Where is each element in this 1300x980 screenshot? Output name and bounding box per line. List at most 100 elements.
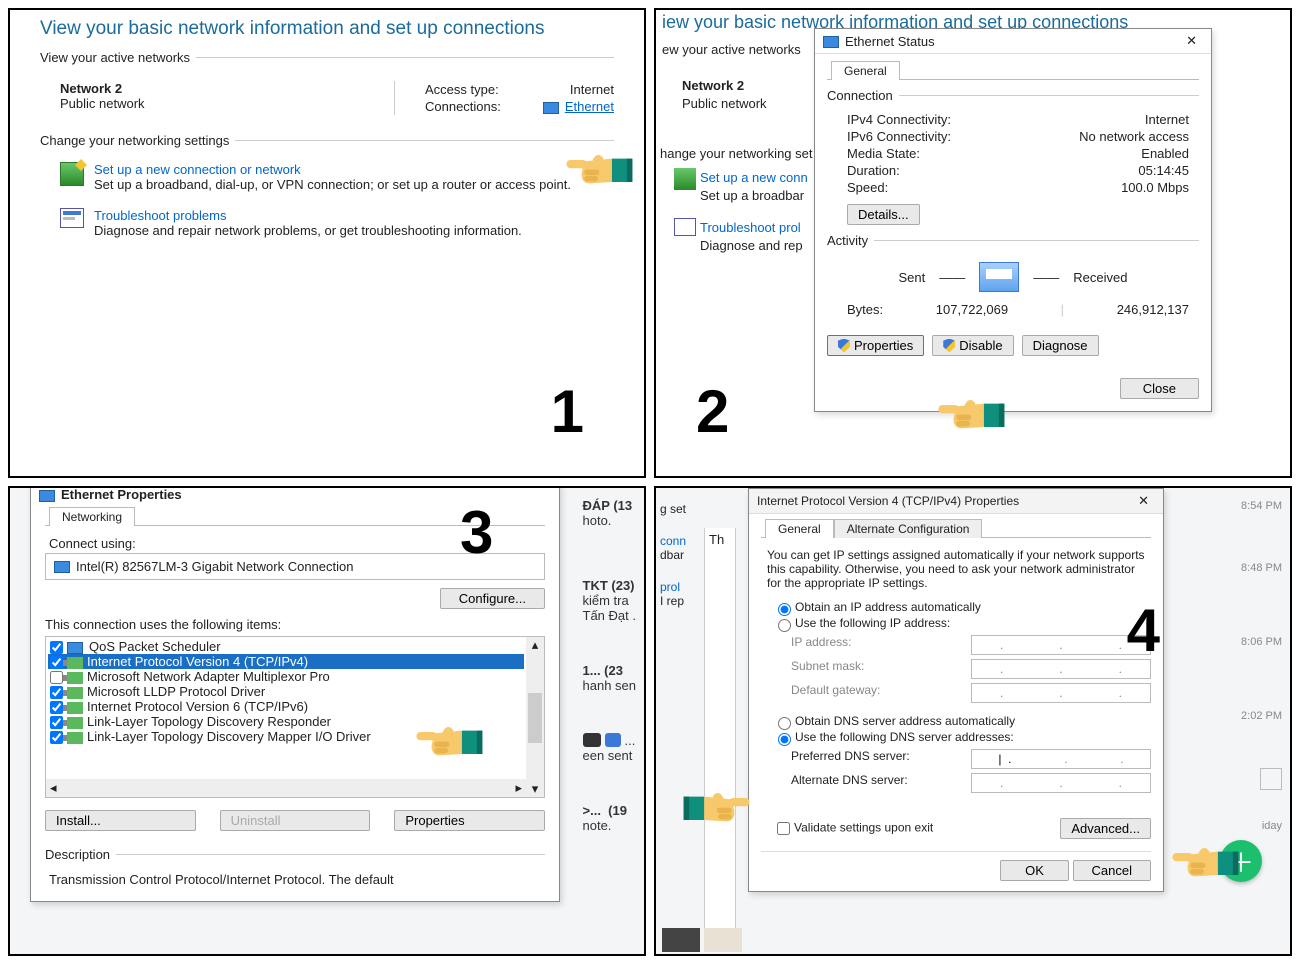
list-item[interactable]: Internet Protocol Version 6 (TCP/IPv6)	[48, 699, 524, 714]
bg-text: een sent	[583, 748, 637, 763]
close-icon[interactable]: ✕	[1132, 493, 1155, 509]
configure-button[interactable]: Configure...	[440, 588, 545, 609]
checkbox[interactable]	[50, 731, 63, 744]
cancel-button[interactable]: Cancel	[1073, 860, 1151, 881]
radio-use-ip[interactable]	[778, 619, 791, 632]
bg-timestamp: 2:02 PM	[1226, 710, 1282, 722]
list-item[interactable]: Link-Layer Topology Discovery Responder	[48, 714, 524, 729]
legend-active: View your active networks	[40, 50, 196, 65]
legend-activity: Activity	[827, 233, 874, 248]
validate-checkbox[interactable]	[777, 822, 790, 835]
ipv4-label: IPv4 Connectivity:	[847, 112, 951, 127]
ip-label: IP address:	[791, 635, 851, 655]
bg-active: ew your active networks	[662, 42, 801, 57]
setup-connection-link[interactable]: Set up a new connection or network	[94, 162, 571, 177]
pref-dns-field[interactable]: | ...	[971, 749, 1151, 769]
bg-text: note.	[583, 818, 637, 833]
bg-timestamp: 8:54 PM	[1226, 500, 1282, 512]
bg-text: I rep	[660, 594, 686, 608]
close-icon[interactable]: ✕	[1180, 33, 1203, 49]
bg-timestamp: iday	[1226, 820, 1282, 832]
scroll-thumb[interactable]	[528, 693, 542, 743]
list-item[interactable]: Microsoft LLDP Protocol Driver	[48, 684, 524, 699]
bg-setup2: Set up a broadbar	[700, 188, 804, 203]
bg-text: conn	[660, 534, 686, 548]
step-number-4: 4	[1127, 596, 1160, 665]
speed-label: Speed:	[847, 180, 888, 195]
legend-change: Change your networking settings	[40, 133, 235, 148]
step-number-2: 2	[696, 377, 729, 446]
ethernet-link[interactable]: Ethernet	[565, 99, 614, 114]
ip-field[interactable]: ...	[971, 635, 1151, 655]
scroll-left-icon[interactable]: ◂	[46, 780, 61, 796]
troubleshoot-icon	[60, 208, 84, 228]
bg-text: 1... (23	[583, 663, 623, 678]
install-button[interactable]: Install...	[45, 810, 196, 831]
scroll-up-icon[interactable]: ▴	[532, 637, 539, 653]
bg-text: (19	[608, 803, 627, 818]
panel-2-ethernet-status: iew your basic network information and s…	[654, 8, 1292, 478]
radio-auto-ip[interactable]	[778, 603, 791, 616]
bg-text: hoto.	[583, 513, 637, 528]
bg-box	[1260, 768, 1282, 790]
ipv6-value: No network access	[1079, 129, 1189, 144]
fab-add-button[interactable]: ＋	[1220, 840, 1262, 882]
advanced-button[interactable]: Advanced...	[1060, 818, 1151, 839]
panel-4-ipv4-properties: g set conn dbar prol I rep Th 8:54 PM 8:…	[654, 486, 1292, 956]
radio-use-dns[interactable]	[778, 733, 791, 746]
diagnose-button[interactable]: Diagnose	[1022, 335, 1099, 356]
legend-connection: Connection	[827, 88, 899, 103]
tab-networking[interactable]: Networking	[49, 507, 135, 526]
bg-text: prol	[660, 580, 686, 594]
bg-net-type: Public network	[682, 96, 767, 111]
checkbox[interactable]	[50, 641, 63, 654]
checkbox[interactable]	[50, 701, 63, 714]
hscrollbar[interactable]: ◂ ▸	[46, 779, 526, 797]
list-item[interactable]: Link-Layer Topology Discovery Mapper I/O…	[48, 729, 524, 744]
list-item-selected[interactable]: Internet Protocol Version 4 (TCP/IPv4)	[48, 654, 524, 669]
checkbox[interactable]	[50, 716, 63, 729]
bg-text: ĐÁP (13	[583, 498, 633, 513]
list-item[interactable]: QoS Packet Scheduler	[48, 639, 524, 654]
list-item[interactable]: Microsoft Network Adapter Multiplexor Pr…	[48, 669, 524, 684]
scroll-down-icon[interactable]: ▾	[532, 781, 539, 797]
items-label: This connection uses the following items…	[45, 617, 545, 632]
shield-icon	[838, 339, 850, 353]
disable-button[interactable]: Disable	[932, 335, 1013, 356]
tab-general[interactable]: General	[831, 61, 900, 80]
tab-general[interactable]: General	[765, 519, 834, 538]
mask-label: Subnet mask:	[791, 659, 864, 679]
bg-text: >...	[583, 803, 601, 818]
fieldset-description: Description Transmission Control Protoco…	[45, 847, 545, 889]
ipv6-label: IPv6 Connectivity:	[847, 129, 951, 144]
alt-dns-field[interactable]: ...	[971, 773, 1151, 793]
radio-auto-dns[interactable]	[778, 717, 791, 730]
setup-connection-desc: Set up a broadband, dial-up, or VPN conn…	[94, 177, 571, 192]
tab-alternate[interactable]: Alternate Configuration	[834, 519, 983, 538]
close-button[interactable]: Close	[1120, 378, 1199, 399]
activity-icon	[979, 262, 1019, 292]
gateway-label: Default gateway:	[791, 683, 880, 703]
scroll-right-icon[interactable]: ▸	[511, 780, 526, 796]
bg-trouble-icon	[674, 218, 696, 236]
mask-field[interactable]: ...	[971, 659, 1151, 679]
duration-label: Duration:	[847, 163, 900, 178]
ok-button[interactable]: OK	[1000, 860, 1069, 881]
scrollbar[interactable]: ▴ ▾	[526, 637, 544, 797]
fieldset-connection: Connection IPv4 Connectivity: Internet IP…	[827, 88, 1199, 225]
properties-button[interactable]: Properties	[394, 810, 545, 831]
fieldset-activity: Activity Sent —— —— Received Bytes: 107,…	[827, 233, 1199, 321]
media-label: Media State:	[847, 146, 920, 161]
connections-label: Connections:	[425, 99, 501, 114]
step-number-3: 3	[460, 498, 493, 567]
bg-strip: Th	[704, 528, 736, 948]
checkbox[interactable]	[50, 656, 63, 669]
troubleshoot-link[interactable]: Troubleshoot problems	[94, 208, 522, 223]
checkbox[interactable]	[50, 686, 63, 699]
ethernet-icon	[543, 102, 559, 114]
ipv4-value: Internet	[1145, 112, 1189, 127]
properties-button[interactable]: Properties	[827, 335, 924, 356]
checkbox[interactable]	[50, 671, 63, 684]
gateway-field[interactable]: ...	[971, 683, 1151, 703]
details-button[interactable]: Details...	[847, 204, 920, 225]
